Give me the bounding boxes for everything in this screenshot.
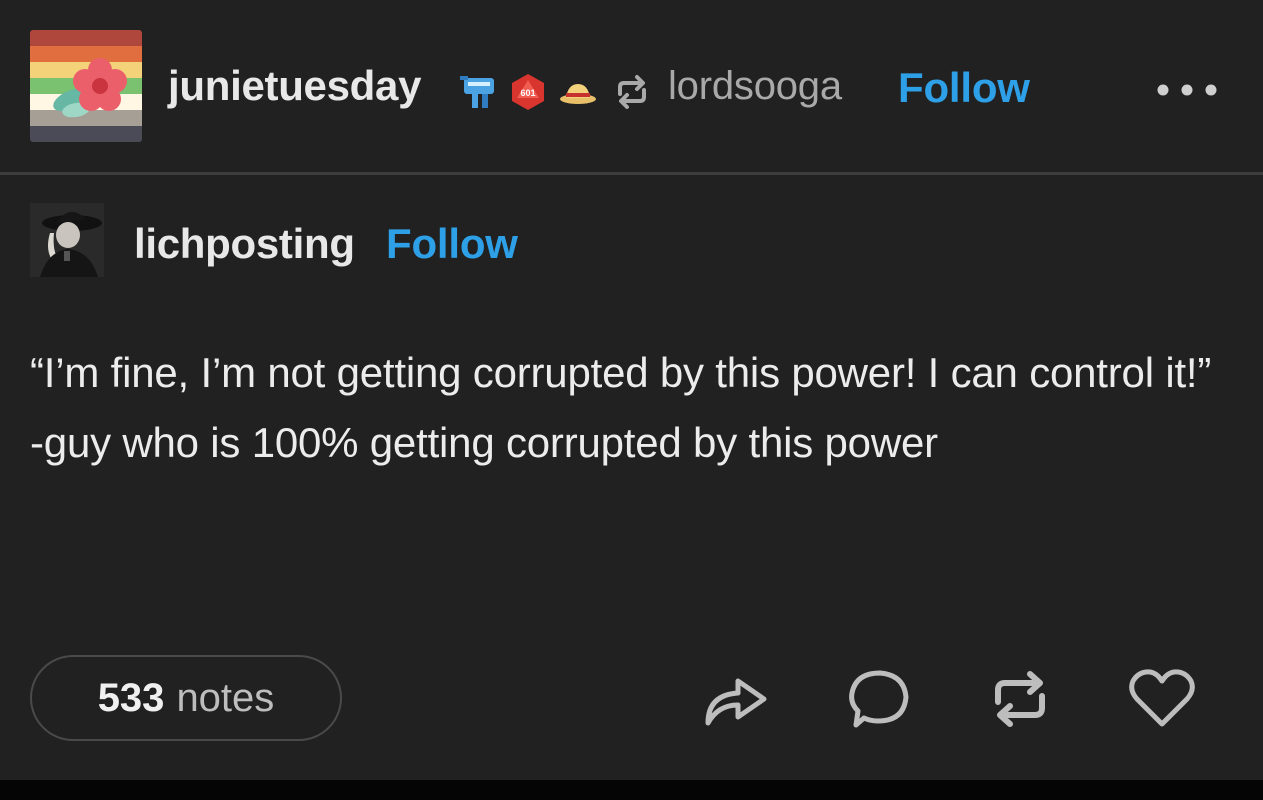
more-icon[interactable] [1155, 80, 1219, 100]
d20-badge-label: 601 [520, 88, 535, 98]
source-blog-avatar[interactable] [30, 203, 104, 277]
lich-avatar-image [30, 203, 104, 277]
like-icon [1129, 669, 1195, 727]
reblog-icon [618, 75, 646, 109]
reblog-button[interactable] [984, 663, 1056, 735]
d20-badge-icon[interactable]: 601 [512, 74, 544, 110]
blog-name[interactable]: junietuesday [168, 62, 421, 110]
flag-flower-avatar-image [30, 30, 142, 142]
share-icon [705, 678, 767, 726]
notes-label: notes [176, 675, 275, 720]
source-blog-name[interactable]: lichposting [134, 220, 355, 268]
header-divider [0, 172, 1263, 175]
cyber-dog-badge-icon[interactable] [460, 76, 494, 108]
post-card: junietuesday 601 lordsooga Follow lichpo… [0, 0, 1263, 780]
post-text: “I’m fine, I’m not getting corrupted by … [30, 349, 1212, 466]
like-button[interactable] [1126, 663, 1198, 735]
share-button[interactable] [700, 663, 772, 735]
reblogged-from-blog[interactable]: lordsooga [668, 64, 842, 109]
reply-button[interactable] [842, 663, 914, 735]
blog-avatar[interactable] [30, 30, 142, 142]
reply-icon [849, 670, 909, 728]
screen-bottom-edge [0, 780, 1263, 800]
reblog-icon [995, 671, 1045, 727]
straw-hat-badge-icon[interactable] [560, 84, 596, 104]
follow-button[interactable]: Follow [898, 64, 1030, 112]
post-header: junietuesday 601 lordsooga Follow [0, 0, 1263, 172]
source-follow-button[interactable]: Follow [386, 220, 518, 268]
badge-row: 601 [460, 74, 596, 110]
notes-count: 533 [97, 675, 165, 720]
notes-button[interactable]: 533 notes [30, 655, 342, 741]
